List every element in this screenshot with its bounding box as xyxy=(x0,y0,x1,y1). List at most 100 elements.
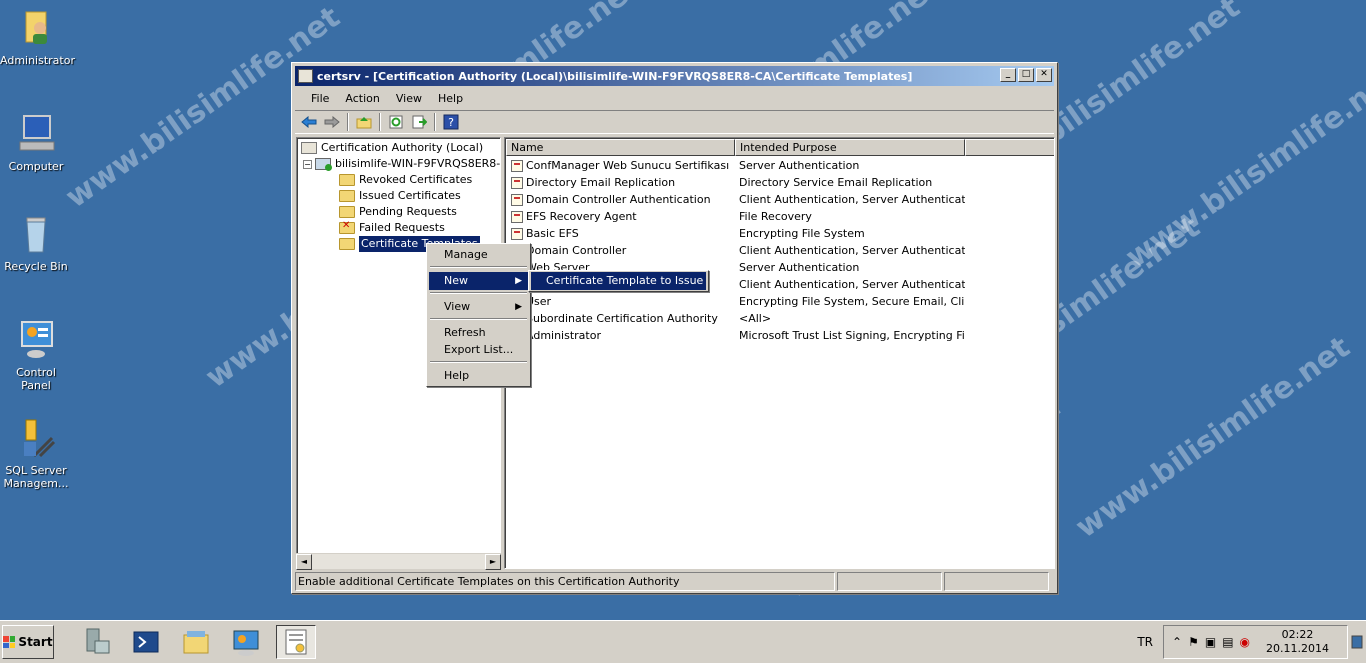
tree-node-label: bilisimlife-WIN-F9FVRQS8ER8-CA xyxy=(335,157,501,170)
windows-explorer-icon[interactable] xyxy=(176,625,216,659)
desktop-icon-computer[interactable]: Computer xyxy=(0,112,72,173)
template-name: Domain Controller Authentication xyxy=(526,193,711,206)
table-row[interactable]: Basic EFS Encrypting File System xyxy=(506,225,965,242)
list-header: Name Intended Purpose xyxy=(506,139,1054,156)
column-header-empty xyxy=(965,139,1054,156)
toolbar-separator xyxy=(347,113,349,131)
context-menu-separator xyxy=(430,266,527,268)
template-purpose: <All> xyxy=(739,312,772,325)
show-desktop-button[interactable] xyxy=(1348,625,1366,659)
desktop-icon-sql-server[interactable]: SQL Server Managem... xyxy=(0,416,72,490)
table-row[interactable]: ConfManager Web Sunucu Sertifikası Server… xyxy=(506,157,965,174)
menu-help[interactable]: Help xyxy=(430,92,471,105)
context-menu-label: New xyxy=(444,274,468,287)
table-row[interactable]: Directory Email Replication Directory Ser… xyxy=(506,174,965,191)
certsrv-window[interactable]: certsrv - [Certification Authority (Loca… xyxy=(291,62,1058,594)
template-purpose: File Recovery xyxy=(739,210,812,223)
network-icon[interactable]: ▤ xyxy=(1222,635,1233,649)
table-row[interactable]: Domain Controller Authentication Client A… xyxy=(506,191,965,208)
table-row[interactable]: User Encrypting File System, Secure Email… xyxy=(506,293,965,310)
powershell-icon[interactable] xyxy=(126,625,166,659)
volume-muted-icon[interactable]: ◉ xyxy=(1240,635,1250,649)
tree-node-revoked-certificates[interactable]: Revoked Certificates xyxy=(339,172,472,188)
submenu-arrow-icon: ▶ xyxy=(515,302,522,312)
new-submenu: Certificate Template to Issue xyxy=(528,270,709,292)
clock-time: 02:22 xyxy=(1281,628,1314,641)
clock-date: 20.11.2014 xyxy=(1266,642,1329,655)
scroll-track[interactable] xyxy=(312,554,485,569)
clock[interactable]: 02:22 20.11.2014 xyxy=(1256,628,1339,656)
template-purpose: Client Authentication, Server Authentica… xyxy=(739,278,965,291)
context-menu-separator xyxy=(430,361,527,363)
column-header-intended-purpose[interactable]: Intended Purpose xyxy=(735,139,965,156)
refresh-icon[interactable] xyxy=(386,113,406,131)
start-button[interactable]: Start xyxy=(2,625,54,659)
tree-horizontal-scrollbar[interactable]: ◄ ► xyxy=(296,553,501,570)
menu-file[interactable]: File xyxy=(303,92,337,105)
status-bar: Enable additional Certificate Templates … xyxy=(295,572,1054,591)
table-row[interactable]: Domain Controller Client Authentication, … xyxy=(506,242,965,259)
submenu-certificate-template-to-issue[interactable]: Certificate Template to Issue xyxy=(531,272,706,290)
collapse-icon[interactable]: − xyxy=(303,159,312,169)
context-menu-new[interactable]: New ▶ xyxy=(429,272,528,290)
context-menu-view[interactable]: View ▶ xyxy=(429,298,528,316)
menu-view[interactable]: View xyxy=(388,92,430,105)
desktop-icon-label: Computer xyxy=(8,160,64,173)
tree-node-failed-requests[interactable]: ✕ Failed Requests xyxy=(339,220,445,236)
control-panel-taskbar-icon[interactable] xyxy=(226,625,266,659)
scroll-left-button[interactable]: ◄ xyxy=(296,554,312,570)
template-purpose: Encrypting File System, Secure Email, Cl… xyxy=(739,295,965,308)
folder-icon xyxy=(339,206,355,218)
device-icon[interactable]: ▣ xyxy=(1205,635,1216,649)
watermark: www.bilisimlife.net xyxy=(1069,329,1357,546)
minimize-button[interactable]: _ xyxy=(1000,68,1016,82)
watermark: www.bilisimlife.net xyxy=(1119,59,1366,276)
desktop-icon-label: Recycle Bin xyxy=(4,260,68,273)
tree-node-issued-certificates[interactable]: Issued Certificates xyxy=(339,188,461,204)
desktop-icon-recycle-bin[interactable]: Recycle Bin xyxy=(0,212,72,273)
desktop-icon-label: Administrator xyxy=(0,54,75,67)
context-menu-refresh[interactable]: Refresh xyxy=(429,324,528,342)
tree-node-pending-requests[interactable]: Pending Requests xyxy=(339,204,457,220)
help-icon[interactable]: ? xyxy=(441,113,461,131)
title-bar[interactable]: certsrv - [Certification Authority (Loca… xyxy=(295,66,1054,86)
sql-server-icon xyxy=(14,416,58,460)
template-name: EFS Recovery Agent xyxy=(526,210,637,223)
forward-icon[interactable] xyxy=(322,113,342,131)
desktop-icon-administrator[interactable]: Administrator xyxy=(0,6,75,67)
desktop-icon-control-panel[interactable]: Control Panel xyxy=(0,318,72,392)
column-header-name[interactable]: Name xyxy=(506,139,735,156)
table-row[interactable]: Administrator Microsoft Trust List Signin… xyxy=(506,327,965,344)
scroll-right-button[interactable]: ► xyxy=(485,554,501,570)
maximize-button[interactable]: □ xyxy=(1018,68,1034,82)
template-name: Directory Email Replication xyxy=(526,176,676,189)
failed-folder-icon: ✕ xyxy=(339,221,355,234)
row-name-cell: Directory Email Replication xyxy=(506,174,735,191)
template-purpose: Encrypting File System xyxy=(739,227,865,240)
context-menu-manage[interactable]: Manage xyxy=(429,246,528,264)
tree-node-ca[interactable]: − bilisimlife-WIN-F9FVRQS8ER8-CA xyxy=(303,156,501,172)
server-manager-icon[interactable] xyxy=(76,625,116,659)
show-hidden-icons-icon[interactable]: ⌃ xyxy=(1172,635,1182,649)
up-folder-icon[interactable] xyxy=(354,113,374,131)
certificate-template-icon xyxy=(511,193,523,206)
recycle-bin-icon xyxy=(14,212,58,256)
back-icon[interactable] xyxy=(299,113,319,131)
export-list-icon[interactable] xyxy=(409,113,429,131)
table-row[interactable]: Subordinate Certification Authority <All> xyxy=(506,310,965,327)
action-center-flag-icon[interactable]: ⚑ xyxy=(1188,635,1199,649)
menu-action[interactable]: Action xyxy=(337,92,387,105)
tree-node-label: Revoked Certificates xyxy=(359,173,473,186)
table-row[interactable]: EFS Recovery Agent File Recovery xyxy=(506,208,965,225)
tree-node-root[interactable]: Certification Authority (Local) xyxy=(301,140,483,156)
template-name: Subordinate Certification Authority xyxy=(526,312,718,325)
template-list[interactable]: Name Intended Purpose ConfManager Web Su… xyxy=(504,137,1055,569)
language-indicator[interactable]: TR xyxy=(1127,635,1163,649)
row-name-cell: Subordinate Certification Authority xyxy=(506,310,735,327)
context-menu-export-list[interactable]: Export List... xyxy=(429,341,528,359)
certsrv-taskbar-icon[interactable] xyxy=(276,625,316,659)
system-tray: TR ⌃ ⚑ ▣ ▤ ◉ 02:22 20.11.2014 xyxy=(1127,624,1366,660)
context-menu-help[interactable]: Help xyxy=(429,367,528,385)
certificate-template-icon xyxy=(511,210,523,223)
close-button[interactable]: ✕ xyxy=(1036,68,1052,82)
